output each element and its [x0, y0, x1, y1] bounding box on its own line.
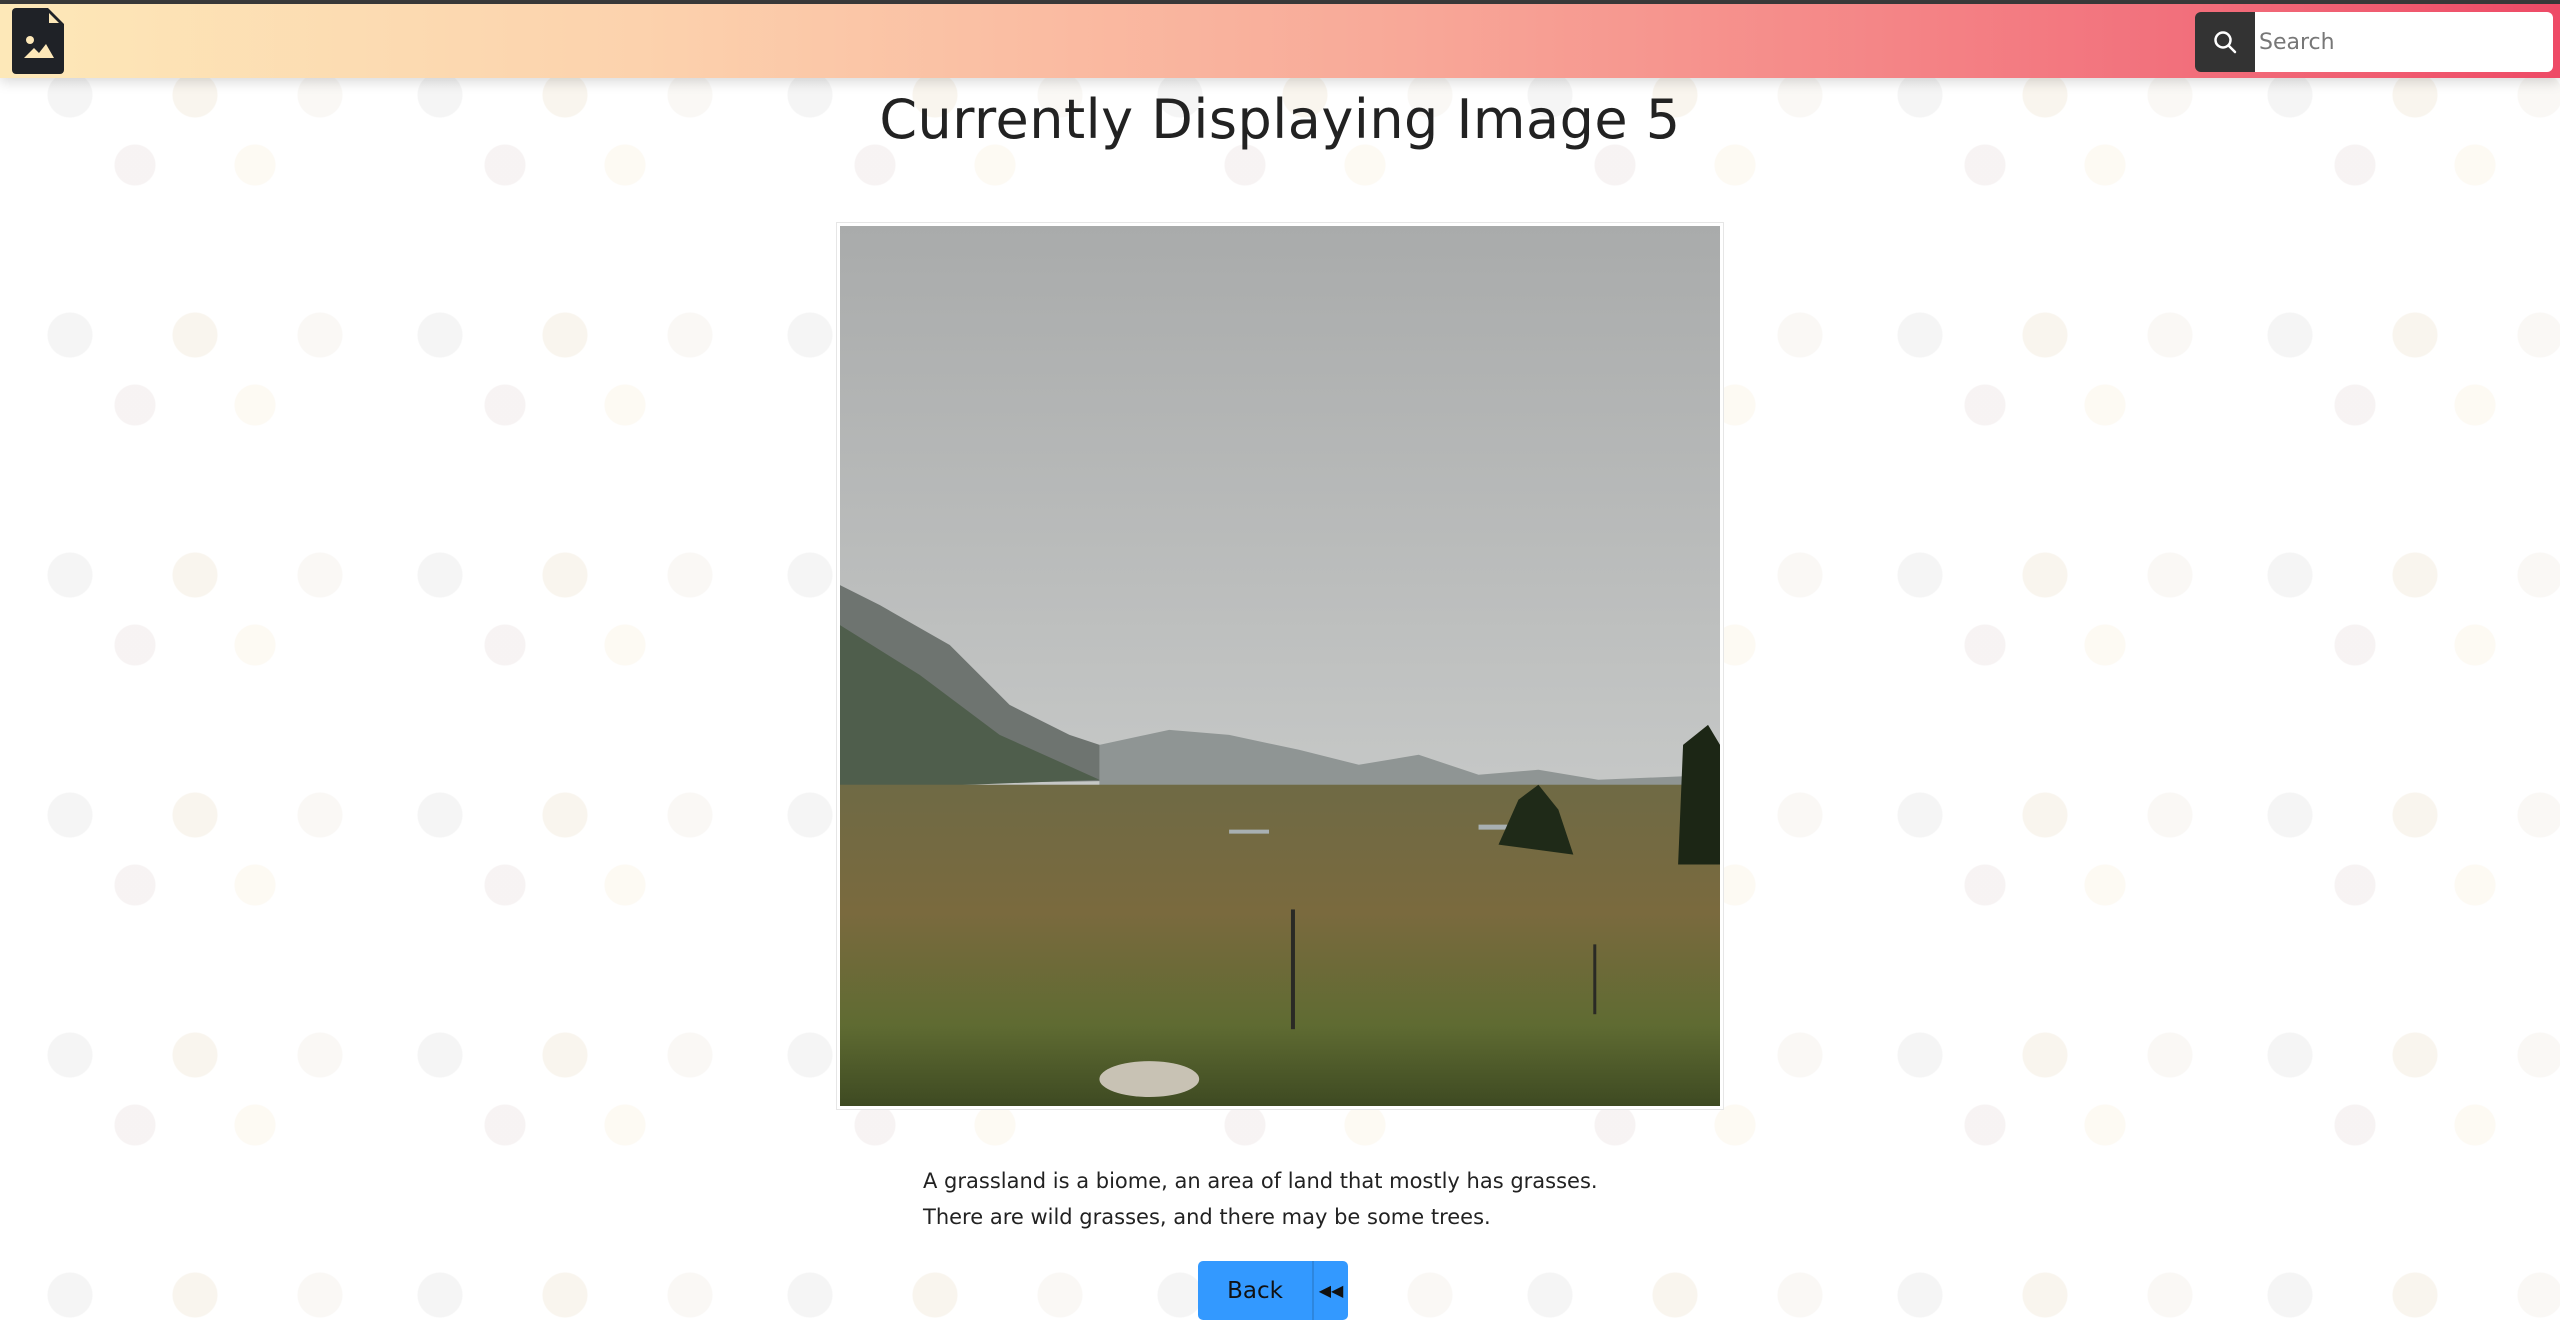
back-button[interactable]: Back ◀◀	[1198, 1261, 1348, 1320]
backward-icon: ◀◀	[1312, 1261, 1348, 1320]
grassland-photo	[840, 226, 1720, 1106]
image-description: A grassland is a biome, an area of land …	[923, 1163, 1598, 1235]
file-image-icon[interactable]	[12, 8, 64, 74]
search-icon	[2214, 31, 2237, 54]
back-button-label: Back	[1227, 1277, 1283, 1304]
description-line-1: A grassland is a biome, an area of land …	[923, 1169, 1598, 1193]
search-button[interactable]	[2195, 12, 2255, 72]
search-input[interactable]	[2255, 12, 2553, 72]
navbar	[0, 4, 2560, 78]
image-frame	[836, 222, 1724, 1110]
page-title: Currently Displaying Image 5	[879, 88, 1681, 151]
description-line-2: There are wild grasses, and there may be…	[923, 1205, 1491, 1229]
search-bar	[2195, 12, 2553, 72]
